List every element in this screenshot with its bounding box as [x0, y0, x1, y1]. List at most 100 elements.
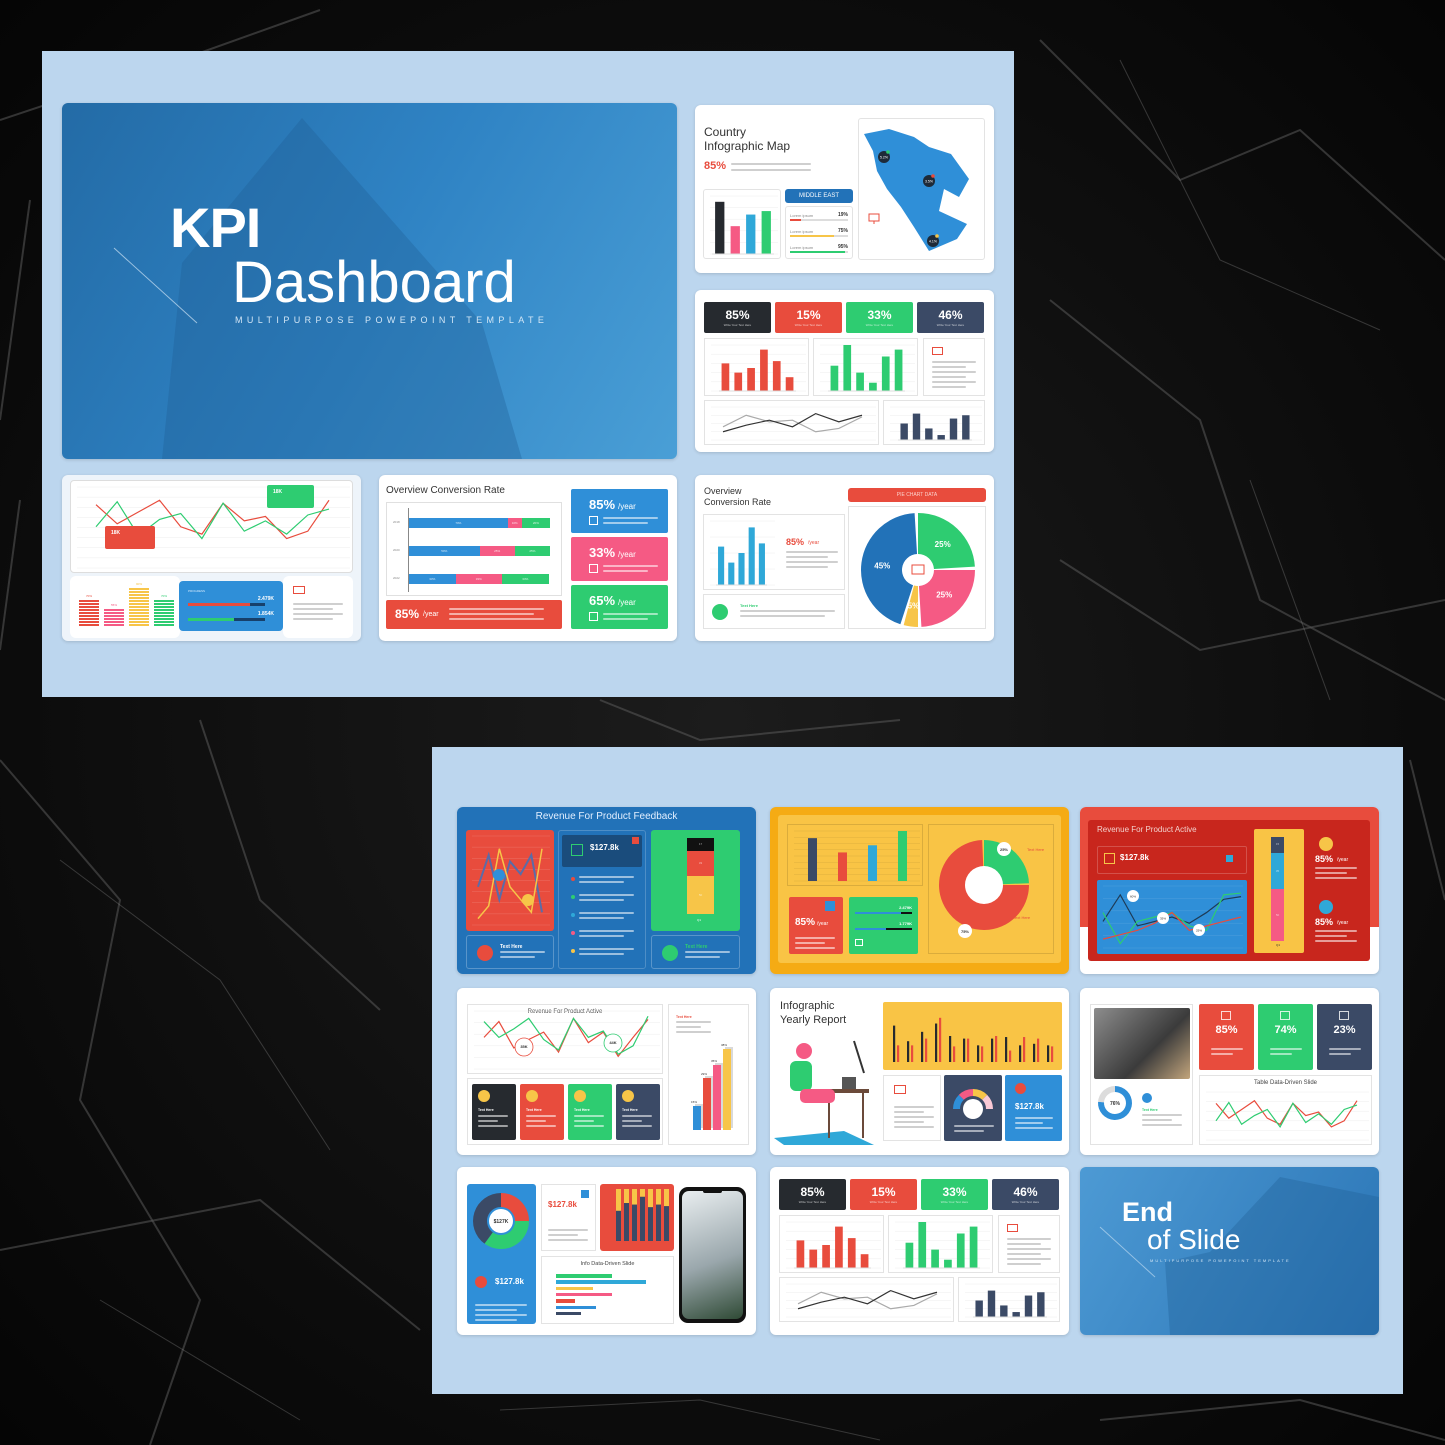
- yearly-report-slide[interactable]: Infographic Yearly Report $127.8k: [770, 988, 1069, 1155]
- text-card: [923, 338, 985, 396]
- kpi-tile[interactable]: 33% Write Your Text Here: [846, 302, 913, 333]
- lorem-line: [478, 1115, 508, 1117]
- chart-bar: [949, 418, 958, 440]
- hbar: [556, 1305, 597, 1309]
- lorem-line: [579, 917, 624, 919]
- cart-icon: [475, 1276, 487, 1288]
- yellow-inner: 85%/year 2.479K 1.779K 25% 75% Text Here Text …: [778, 815, 1061, 963]
- bar-segment: 10%: [507, 518, 522, 528]
- kpi-tile[interactable]: 15% Write Your Text Here: [775, 302, 842, 333]
- lorem-line: [1015, 1127, 1053, 1129]
- lorem-line: [579, 953, 624, 955]
- lorem-line: [574, 1125, 604, 1127]
- text-here: Text Here: [1013, 915, 1031, 920]
- red-bar-card: [704, 338, 809, 396]
- stat-unit: /year: [808, 540, 820, 546]
- stack-segment: 15: [1271, 837, 1284, 853]
- chart-bar: [809, 1249, 818, 1268]
- map-title-2: Infographic Map: [704, 139, 791, 153]
- download-icon: [581, 1190, 589, 1198]
- feedback-slide[interactable]: Revenue For Product Feedback $127.8k 17 33…: [457, 807, 756, 974]
- kpi-tile[interactable]: 23%: [1317, 1004, 1372, 1070]
- conversion-rate-slide[interactable]: Overview Conversion Rate 2018 70% 10% 20% 20…: [379, 475, 677, 641]
- chart-bar: [656, 1189, 661, 1205]
- lorem-line: [1007, 1248, 1051, 1250]
- progress-value: 95%: [837, 244, 848, 250]
- country-map-slide[interactable]: Country Infographic Map 85% MIDDLE EAST …: [695, 105, 994, 273]
- donut-chart: 25% 75%: [939, 840, 1029, 938]
- preview-panel-bottom: Revenue For Product Feedback $127.8k 17 33…: [432, 747, 1403, 1394]
- kpi-tile[interactable]: 85%: [1199, 1004, 1254, 1070]
- chart-bar: [881, 356, 890, 391]
- end-slide[interactable]: End of Slide MULTIPURPOSE POWEPOINT TEMP…: [1080, 1167, 1379, 1335]
- kpi-tiles-slide-2[interactable]: 85% Write Your Text Here 15% Write Your Tex…: [770, 1167, 1069, 1335]
- kpi-tile[interactable]: 15% Write Your Text Here: [850, 1179, 917, 1210]
- yellow-chart-card: [883, 1002, 1062, 1070]
- amount-box: $127.8k: [562, 835, 642, 867]
- chart-bar: [838, 852, 847, 881]
- lorem-line: [603, 565, 658, 567]
- product-active-slide[interactable]: Revenue For Product Active $127.8k 60% 35% 2…: [1080, 807, 1379, 974]
- feature-label: Text Here: [478, 1108, 494, 1112]
- marker-label: 5.2%: [880, 156, 888, 160]
- chart-bar: [632, 1189, 637, 1205]
- map-title-1: Country: [704, 125, 747, 139]
- feature-label: Text Here: [622, 1108, 638, 1112]
- yellow-dashboard-slide[interactable]: 85%/year 2.479K 1.779K 25% 75% Text Here Text …: [770, 807, 1069, 974]
- chart-bar: [648, 1189, 653, 1208]
- kpi-caption: Write Your Text Here: [1011, 1200, 1040, 1204]
- kpi-tile[interactable]: 74%: [1258, 1004, 1313, 1070]
- donut-value: 76%: [1110, 1101, 1121, 1107]
- lorem-line: [603, 613, 658, 615]
- text-card: Text Here: [466, 935, 554, 969]
- stacked-bar-chart: [616, 1189, 669, 1241]
- download-icon: [825, 901, 835, 911]
- marker: [493, 869, 505, 881]
- cover-slide[interactable]: KPI Dashboard MULTIPURPOSE POWEPOINT TEM…: [62, 103, 677, 459]
- feature-icon: [574, 1090, 586, 1102]
- progress-card: PROGRESS 2.479K 1.854K: [179, 581, 283, 631]
- kpi-tile[interactable]: 46% Write Your Text Here: [917, 302, 984, 333]
- kpi-tile[interactable]: 46% Write Your Text Here: [992, 1179, 1059, 1210]
- marker: [522, 894, 534, 906]
- chart-bar: [963, 1038, 966, 1062]
- progress-value: 2.479K: [899, 905, 912, 910]
- line-chart: 60% 35% 25%: [1102, 885, 1243, 949]
- region-progress-card: Lorem ipsum 19% Lorem ipsum 75% Lorem ipsum 9…: [785, 206, 853, 259]
- progress-label: Lorem ipsum: [790, 213, 814, 218]
- lorem-line: [1315, 930, 1357, 932]
- kpi-tile[interactable]: 33% Write Your Text Here: [921, 1179, 988, 1210]
- progress-label: Lorem ipsum: [790, 245, 814, 250]
- info-data-slide[interactable]: $127K $127.8k $127.8k Info Data-Driven Slid…: [457, 1167, 756, 1335]
- lorem-line: [1211, 1053, 1233, 1055]
- lorem-line: [293, 618, 333, 620]
- chart-bar: [624, 1203, 629, 1241]
- line-chart-slide[interactable]: 18K 18K 70% 55% 90% 70% PROGRESS 2.479K 1.854K: [62, 475, 361, 641]
- line-chart: [711, 406, 876, 441]
- slice-label: 5%: [908, 602, 920, 611]
- progress-fill: [188, 603, 250, 606]
- center-card: $127.8k: [558, 830, 646, 969]
- stat-value: 65%: [589, 593, 616, 608]
- chart-bar: [761, 211, 771, 254]
- hbar: [556, 1299, 576, 1303]
- region-header: MIDDLE EAST: [785, 189, 853, 203]
- pie-chart-slide[interactable]: Overview Conversion Rate PIE CHART DATA …: [695, 475, 994, 641]
- active-line-slide[interactable]: Revenue For Product Active 35K 44K Text Her…: [457, 988, 756, 1155]
- kpi-tiles-slide[interactable]: 85% Write Your Text Here 15% Write Your Tex…: [695, 290, 994, 452]
- kpi-tile[interactable]: 85% Write Your Text Here: [779, 1179, 846, 1210]
- 3d-bar: [703, 1077, 711, 1130]
- chart-bar: [925, 428, 933, 440]
- lorem-line: [1015, 1117, 1053, 1119]
- stat-value: 33%: [589, 545, 616, 560]
- lorem-line: [786, 556, 828, 558]
- chart-bar: [728, 562, 735, 585]
- table-data-slide[interactable]: 76% Text Here 85% 74% 23% Table Data-Driven S…: [1080, 988, 1379, 1155]
- growth-icon: [571, 844, 583, 856]
- chart-bar: [1037, 1038, 1040, 1062]
- bar-segment: 20%: [521, 518, 550, 528]
- paired-bar-chart: [893, 1017, 1054, 1062]
- kpi-tile[interactable]: 85% Write Your Text Here: [704, 302, 771, 333]
- lorem-line: [1007, 1263, 1041, 1265]
- lorem-line: [954, 1130, 984, 1132]
